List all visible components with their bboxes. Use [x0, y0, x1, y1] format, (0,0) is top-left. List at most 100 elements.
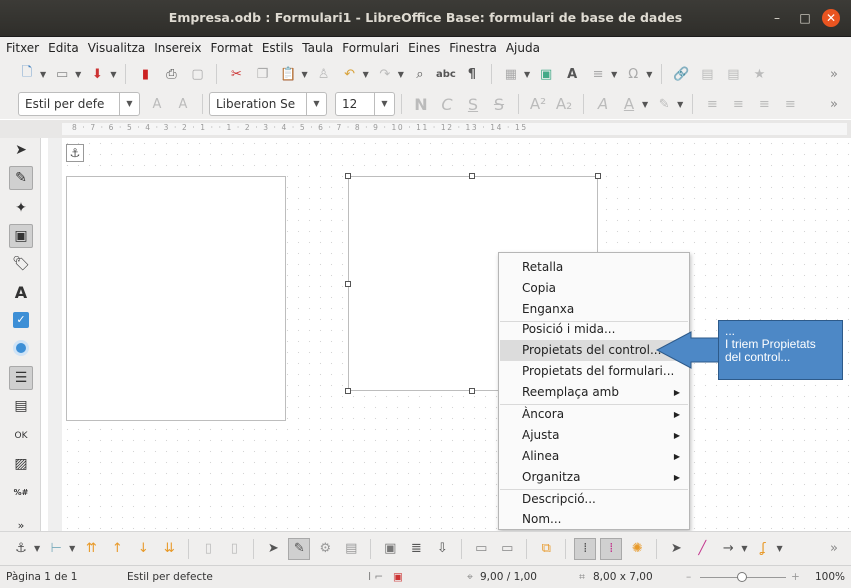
formatted-field-icon[interactable]: %#: [9, 480, 33, 504]
chevron-down-icon[interactable]: ▼: [119, 93, 139, 115]
font-name-combo[interactable]: Liberation Se ▼: [209, 92, 327, 116]
helplines-icon[interactable]: ✺: [626, 538, 648, 560]
bring-to-front-icon[interactable]: ⇈: [80, 538, 102, 560]
insert-field-icon[interactable]: ≡: [587, 63, 609, 85]
more-options-icon[interactable]: »: [823, 538, 845, 560]
save-icon[interactable]: ⬇: [86, 63, 108, 85]
checkbox-icon[interactable]: ✓: [9, 308, 33, 332]
menu-estils[interactable]: Estils: [262, 41, 293, 55]
insert-image-icon[interactable]: ▣: [535, 63, 557, 85]
bring-forward-icon[interactable]: ↑: [106, 538, 128, 560]
cut-icon[interactable]: ✂: [225, 63, 247, 85]
menu-item-retalla[interactable]: Retalla: [500, 257, 688, 278]
resize-handle[interactable]: [345, 388, 351, 394]
align-icon[interactable]: ⊢: [45, 538, 67, 560]
label-field-icon[interactable]: A: [9, 280, 33, 304]
print-icon[interactable]: ⎙: [160, 63, 182, 85]
anchor-icon[interactable]: ⚓: [66, 144, 84, 162]
resize-handle[interactable]: [345, 173, 351, 179]
align-right-icon[interactable]: ≡: [753, 93, 775, 115]
combo-box-icon[interactable]: ▤: [9, 394, 33, 418]
form-properties-icon[interactable]: ▤: [340, 538, 362, 560]
option-button-icon[interactable]: [9, 336, 33, 360]
resize-handle[interactable]: [469, 388, 475, 394]
font-color-icon[interactable]: A: [618, 93, 640, 115]
menu-item-copia[interactable]: Copia: [500, 278, 688, 299]
chevron-down-icon[interactable]: ▼: [374, 93, 394, 115]
justify-icon[interactable]: ≡: [779, 93, 801, 115]
highlight-color-icon[interactable]: ✎: [653, 93, 675, 115]
more-options-icon[interactable]: »: [823, 63, 845, 85]
send-to-back-icon[interactable]: ⇊: [158, 538, 180, 560]
new-document-icon[interactable]: 🗋: [16, 63, 38, 85]
form-navigator-icon[interactable]: ▣: [379, 538, 401, 560]
open-design-mode-icon[interactable]: ▭: [470, 538, 492, 560]
insert-table-icon[interactable]: ▦: [500, 63, 522, 85]
select-pointer-icon[interactable]: ➤: [262, 538, 284, 560]
add-field-icon[interactable]: ≣: [405, 538, 427, 560]
menu-item-nom[interactable]: Nom...: [500, 509, 688, 530]
menu-item-alinea[interactable]: Alinea ▶: [500, 446, 688, 467]
design-mode-icon[interactable]: ✎: [288, 537, 311, 560]
ungroup-icon[interactable]: ▯: [223, 538, 245, 560]
paste-icon[interactable]: 📋: [277, 63, 299, 85]
snap-to-grid-icon[interactable]: ⁞: [600, 537, 623, 560]
font-size-combo[interactable]: 12 ▼: [335, 92, 395, 116]
display-grid-icon[interactable]: ⁞: [574, 537, 597, 560]
menu-fitxer[interactable]: Fitxer: [6, 41, 39, 55]
paragraph-style-combo[interactable]: Estil per defe ▼: [18, 92, 140, 116]
select-pointer-icon[interactable]: ➤: [9, 138, 33, 162]
clear-formatting-icon[interactable]: A: [592, 93, 614, 115]
underline-icon[interactable]: S: [462, 93, 484, 115]
menu-ajuda[interactable]: Ajuda: [506, 41, 540, 55]
clone-formatting-icon[interactable]: ♙: [313, 63, 335, 85]
insert-text-box-icon[interactable]: A: [561, 63, 583, 85]
find-replace-icon[interactable]: ⌕: [409, 63, 431, 85]
spelling-icon[interactable]: abc: [435, 63, 457, 85]
menu-item-ancora[interactable]: Àncora ▶: [500, 404, 688, 425]
hyperlink-icon[interactable]: 🔗: [670, 63, 692, 85]
curve-icon[interactable]: ʆ: [752, 538, 774, 560]
footnote-icon[interactable]: ▤: [696, 63, 718, 85]
menu-item-organitza[interactable]: Organitza ▶: [500, 467, 688, 488]
formatting-marks-icon[interactable]: ¶: [461, 63, 483, 85]
strikethrough-icon[interactable]: S: [488, 93, 510, 115]
label-tag-icon[interactable]: 🏷: [9, 252, 33, 276]
align-center-icon[interactable]: ≡: [727, 93, 749, 115]
superscript-icon[interactable]: A²: [527, 93, 549, 115]
italic-icon[interactable]: C: [436, 93, 458, 115]
bookmark-icon[interactable]: ★: [748, 63, 770, 85]
subscript-icon[interactable]: A₂: [553, 93, 575, 115]
anchor-icon[interactable]: ⚓: [10, 538, 32, 560]
resize-handle[interactable]: [595, 173, 601, 179]
open-folder-icon[interactable]: ▭: [51, 63, 73, 85]
undo-icon[interactable]: ↶: [339, 63, 361, 85]
menu-item-ajusta[interactable]: Ajusta ▶: [500, 425, 688, 446]
control-wizards-icon[interactable]: ✦: [9, 196, 33, 220]
special-character-icon[interactable]: Ω: [622, 63, 644, 85]
align-left-icon[interactable]: ≡: [701, 93, 723, 115]
resize-handle[interactable]: [345, 281, 351, 287]
redo-icon[interactable]: ↷: [374, 63, 396, 85]
menu-taula[interactable]: Taula: [302, 41, 333, 55]
minimize-button[interactable]: –: [768, 9, 786, 27]
zoom-out-icon[interactable]: –: [686, 571, 691, 583]
menu-format[interactable]: Format: [211, 41, 253, 55]
image-button-icon[interactable]: ▨: [9, 452, 33, 476]
zoom-level[interactable]: 100%: [815, 571, 845, 583]
send-backward-icon[interactable]: ↓: [132, 538, 154, 560]
bold-icon[interactable]: N: [410, 93, 432, 115]
menu-edita[interactable]: Edita: [48, 41, 79, 55]
form-control-left[interactable]: [66, 176, 286, 421]
group-icon[interactable]: ▯: [197, 538, 219, 560]
page-icon[interactable]: ▤: [722, 63, 744, 85]
menu-item-reemplaca[interactable]: Reemplaça amb ▶: [500, 382, 688, 403]
zoom-in-icon[interactable]: +: [791, 571, 800, 583]
menu-formulari[interactable]: Formulari: [342, 41, 399, 55]
close-button[interactable]: ✕: [822, 9, 840, 27]
menu-item-enganxa[interactable]: Enganxa: [500, 299, 688, 320]
line-icon[interactable]: ╱: [691, 538, 713, 560]
chevron-down-icon[interactable]: ▼: [306, 93, 326, 115]
copy-icon[interactable]: ❐: [251, 63, 273, 85]
form-design-icon[interactable]: ▣: [9, 224, 33, 248]
